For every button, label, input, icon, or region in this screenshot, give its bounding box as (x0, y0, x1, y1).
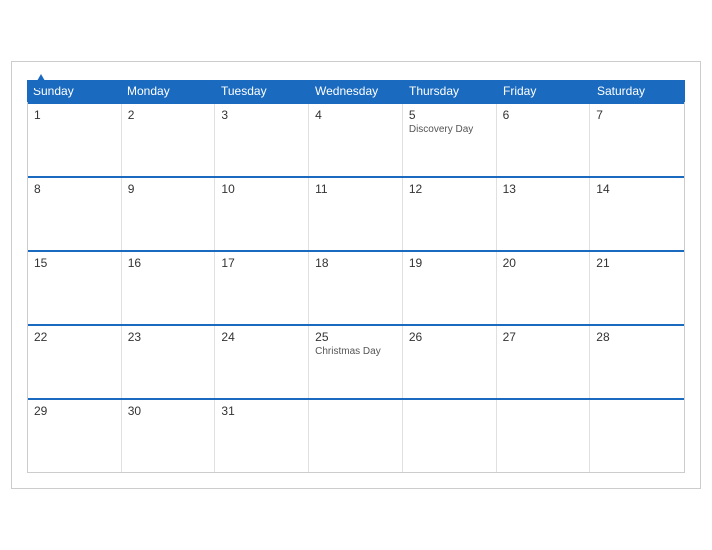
day-cell: 29 (28, 400, 122, 472)
day-number: 20 (503, 256, 584, 270)
day-number: 31 (221, 404, 302, 418)
day-cell (403, 400, 497, 472)
day-cell (590, 400, 684, 472)
day-number: 27 (503, 330, 584, 344)
week-row-1: 12345 Discovery Day 67 (28, 102, 684, 176)
day-number: 5 (409, 108, 490, 122)
day-cell: 15 (28, 252, 122, 324)
day-number: 26 (409, 330, 490, 344)
day-cell: 22 (28, 326, 122, 398)
day-number: 21 (596, 256, 678, 270)
day-cell: 19 (403, 252, 497, 324)
day-number: 13 (503, 182, 584, 196)
day-number: 16 (128, 256, 209, 270)
day-number: 6 (503, 108, 584, 122)
day-cell (309, 400, 403, 472)
day-number: 23 (128, 330, 209, 344)
holiday-name: Discovery Day (409, 124, 490, 135)
holiday-name: Christmas Day (315, 346, 396, 357)
day-cell: 4 (309, 104, 403, 176)
day-cell: 6 (497, 104, 591, 176)
header-saturday: Saturday (591, 80, 685, 102)
day-cell: 24 (215, 326, 309, 398)
day-number: 14 (596, 182, 678, 196)
day-cell (497, 400, 591, 472)
day-number: 1 (34, 108, 115, 122)
week-row-5: 29 30 31 (28, 398, 684, 473)
day-number: 15 (34, 256, 115, 270)
day-cell: 11 (309, 178, 403, 250)
header-tuesday: Tuesday (215, 80, 309, 102)
day-number: 29 (34, 404, 115, 418)
calendar-container: Sunday Monday Tuesday Wednesday Thursday… (11, 61, 701, 489)
logo (27, 72, 49, 88)
day-number: 8 (34, 182, 115, 196)
week-row-4: 22 23 24 25 Christmas Day 26 27 28 (28, 324, 684, 398)
day-cell: 26 (403, 326, 497, 398)
day-cell: 23 (122, 326, 216, 398)
day-number: 7 (596, 108, 678, 122)
day-number: 30 (128, 404, 209, 418)
day-cell: 9 (122, 178, 216, 250)
day-cell: 8 (28, 178, 122, 250)
calendar-grid: 12345Discovery Day6789101112131415161718… (27, 102, 685, 473)
week-row-3: 15 16 17 18 19 20 21 (28, 250, 684, 324)
day-number: 19 (409, 256, 490, 270)
day-cell: 27 (497, 326, 591, 398)
day-number: 28 (596, 330, 678, 344)
day-cell: 1 (28, 104, 122, 176)
day-number: 12 (409, 182, 490, 196)
day-number: 18 (315, 256, 396, 270)
day-cell: 20 (497, 252, 591, 324)
day-cell: 17 (215, 252, 309, 324)
day-cell: 14 (590, 178, 684, 250)
days-of-week-header: Sunday Monday Tuesday Wednesday Thursday… (27, 80, 685, 102)
day-cell: 28 (590, 326, 684, 398)
day-cell: 7 (590, 104, 684, 176)
day-cell: 10 (215, 178, 309, 250)
header-friday: Friday (497, 80, 591, 102)
day-cell: 12 (403, 178, 497, 250)
logo-triangle-icon (33, 74, 49, 88)
day-cell: 25 Christmas Day (309, 326, 403, 398)
day-number: 11 (315, 182, 396, 196)
header-wednesday: Wednesday (309, 80, 403, 102)
day-cell: 13 (497, 178, 591, 250)
day-cell: 5 Discovery Day (403, 104, 497, 176)
day-cell: 3 (215, 104, 309, 176)
week-row-2: 89 10 11 12 13 14 (28, 176, 684, 250)
day-cell: 21 (590, 252, 684, 324)
header-thursday: Thursday (403, 80, 497, 102)
day-cell: 18 (309, 252, 403, 324)
day-cell: 30 (122, 400, 216, 472)
day-number: 4 (315, 108, 396, 122)
day-cell: 16 (122, 252, 216, 324)
day-number: 17 (221, 256, 302, 270)
day-number: 22 (34, 330, 115, 344)
day-number: 9 (128, 182, 209, 196)
day-number: 25 (315, 330, 396, 344)
day-cell: 2 (122, 104, 216, 176)
day-cell: 31 (215, 400, 309, 472)
day-number: 3 (221, 108, 302, 122)
day-number: 24 (221, 330, 302, 344)
day-number: 10 (221, 182, 302, 196)
day-number: 2 (128, 108, 209, 122)
header-monday: Monday (121, 80, 215, 102)
